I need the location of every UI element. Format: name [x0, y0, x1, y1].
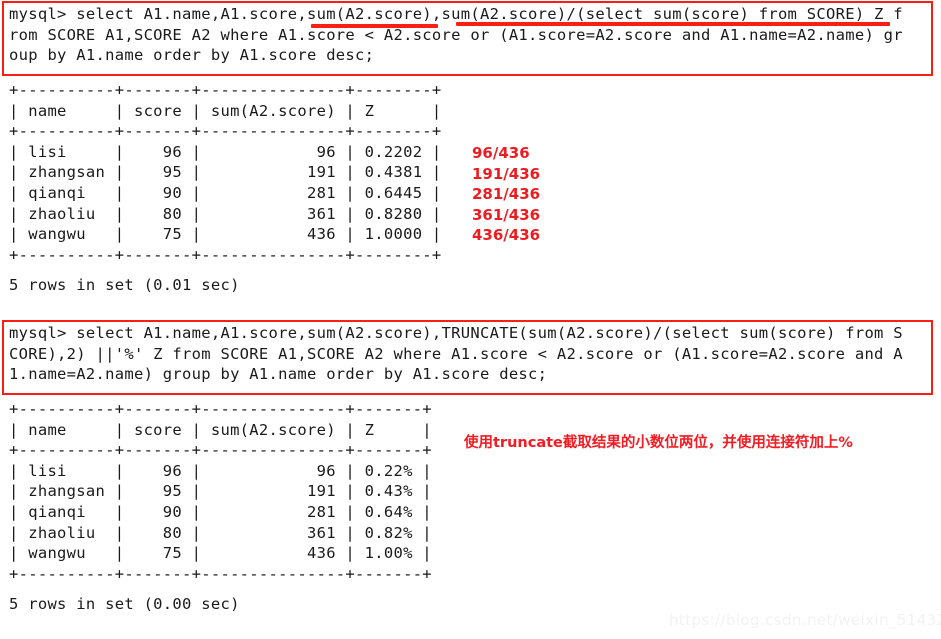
fraction-annotations: 96/436 191/436 281/436 361/436 436/436	[472, 144, 541, 245]
query-1-text-line3: oup by A1.name order by A1.score desc;	[9, 46, 375, 65]
query-2-text: mysql> select A1.name,A1.score,sum(A2.sc…	[9, 324, 903, 342]
terminal-screenshot: mysql> select A1.name,A1.score,sum(A2.sc…	[0, 0, 941, 639]
table-row: | qianqi | 90 | 281 | 0.64% |	[9, 503, 432, 521]
query-2-text-line3: 1.name=A2.name) group by A1.name order b…	[9, 365, 548, 384]
table-row: | zhaoliu | 80 | 361 | 0.8280 |	[9, 204, 442, 223]
table-row: | wangwu | 75 | 436 | 1.00% |	[9, 544, 432, 563]
table-row: | lisi | 96 | 96 | 0.22% |	[9, 461, 432, 480]
table-row: | wangwu | 75 | 436 | 1.0000 |	[9, 225, 442, 244]
result-1-border-top: +----------+-------+---------------+----…	[9, 81, 442, 99]
underline-sum-ratio-expression	[456, 22, 890, 26]
table-row: | qianqi | 90 | 281 | 0.6445 |	[9, 184, 442, 202]
csdn-watermark: https://blog.csdn.net/weixin_51432770	[669, 611, 941, 629]
query-1-text-line2: rom SCORE A1,SCORE A2 where A1.score < A…	[9, 25, 903, 44]
result-1-header-row: | name | score | sum(A2.score) | Z |	[9, 101, 442, 120]
underline-sum-a2-score	[311, 24, 438, 28]
result-1-border-bottom: +----------+-------+---------------+----…	[9, 245, 442, 264]
query-2-text-line2: CORE),2) ||'%' Z from SCORE A1,SCORE A2 …	[9, 344, 903, 363]
result-2-border-bottom: +----------+-------+---------------+----…	[9, 564, 432, 583]
table-row: | zhaoliu | 80 | 361 | 0.82% |	[9, 523, 432, 542]
table-row: | lisi | 96 | 96 | 0.2202 |	[9, 142, 442, 161]
table-row: | zhangsan | 95 | 191 | 0.4381 |	[9, 163, 442, 182]
result-1-row-count: 5 rows in set (0.01 sec)	[9, 276, 240, 294]
result-2-row-count: 5 rows in set (0.00 sec)	[9, 595, 240, 613]
result-1-border-header: +----------+-------+---------------+----…	[9, 122, 442, 141]
truncate-explanation-note: 使用truncate截取结果的小数位两位，并使用连接符加上%	[464, 435, 853, 451]
result-2-border-header: +----------+-------+---------------+----…	[9, 441, 432, 460]
result-2-border-top: +----------+-------+---------------+----…	[9, 400, 432, 418]
result-2-header-row: | name | score | sum(A2.score) | Z |	[9, 420, 432, 439]
table-row: | zhangsan | 95 | 191 | 0.43% |	[9, 482, 432, 501]
